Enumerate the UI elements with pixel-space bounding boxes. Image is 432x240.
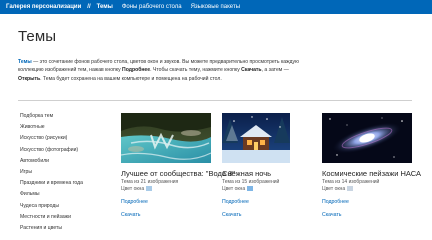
window-color-label: Цвет окна xyxy=(322,186,346,192)
theme-image-count: Тема из 15 изображений xyxy=(222,179,280,185)
details-link[interactable]: Подробнее xyxy=(222,199,292,206)
sidebar-item-places-landscapes[interactable]: Местности и пейзажи xyxy=(20,214,110,225)
details-link[interactable]: Подробнее xyxy=(121,199,235,206)
intro-bold-download: Скачать xyxy=(241,67,262,74)
waterfall-image xyxy=(121,113,211,163)
sidebar-item-games[interactable]: Игры xyxy=(20,169,110,180)
category-sidebar: Подборка тем Животные Искусство (рисунки… xyxy=(20,113,110,236)
top-navigation-bar: Галерея персонализации // Темы Фоны рабо… xyxy=(0,0,432,14)
theme-window-color: Цвет окна xyxy=(121,186,235,193)
gallery-brand-link[interactable]: Галерея персонализации xyxy=(0,0,81,14)
nav-item-language-packs[interactable]: Языковые пакеты xyxy=(191,0,240,14)
intro-text-3: , а затем — xyxy=(261,67,289,74)
theme-window-color: Цвет окна xyxy=(222,186,292,193)
download-link[interactable]: Скачать xyxy=(322,212,421,219)
theme-image-count: Тема из 21 изображения xyxy=(121,179,179,185)
theme-image-count: Тема из 14 изображений xyxy=(322,179,380,185)
details-link[interactable]: Подробнее xyxy=(322,199,421,206)
intro-text-2: . Чтобы скачать тему, нажмите кнопку xyxy=(150,67,242,74)
sidebar-item-movies[interactable]: Фильмы xyxy=(20,191,110,202)
sidebar-item-art-photographic[interactable]: Искусство (фотографии) xyxy=(20,147,110,158)
theme-title: Снежная ночь xyxy=(222,169,272,178)
window-color-label: Цвет окна xyxy=(121,186,145,192)
window-color-swatch xyxy=(347,186,354,192)
sidebar-item-featured[interactable]: Подборка тем xyxy=(20,113,110,124)
snowy-cabin-image xyxy=(222,113,290,163)
page-title: Темы xyxy=(18,28,57,45)
nav-item-themes[interactable]: Темы xyxy=(97,0,113,14)
theme-title: Космические пейзажи НАСА xyxy=(322,169,422,178)
themes-inline-link[interactable]: Темы xyxy=(18,59,32,65)
theme-card: Снежная ночь Тема из 15 изображений Цвет… xyxy=(222,113,292,219)
window-color-swatch xyxy=(146,186,153,192)
sidebar-item-automotive[interactable]: Автомобили xyxy=(20,158,110,169)
galaxy-image xyxy=(322,113,412,163)
theme-card: Космические пейзажи НАСА Тема из 14 изоб… xyxy=(322,113,421,219)
nav-item-desktop-backgrounds[interactable]: Фоны рабочего стола xyxy=(122,0,182,14)
section-divider xyxy=(18,100,412,101)
intro-bold-details: Подробнее xyxy=(122,67,151,74)
sidebar-item-holidays-seasons[interactable]: Праздники и времена года xyxy=(20,180,110,191)
sidebar-item-art-illustrative[interactable]: Искусство (рисунки) xyxy=(20,135,110,146)
theme-thumbnail-nasa-space[interactable] xyxy=(322,113,412,163)
window-color-swatch xyxy=(247,186,254,192)
theme-card: Лучшее от сообщества: "Вода 3" Тема из 2… xyxy=(121,113,235,219)
intro-bold-open: Открыть xyxy=(18,75,41,82)
theme-title: Лучшее от сообщества: "Вода 3" xyxy=(121,169,235,178)
download-link[interactable]: Скачать xyxy=(222,212,292,219)
breadcrumb-separator: // xyxy=(87,4,91,10)
window-color-label: Цвет окна xyxy=(222,186,246,192)
sidebar-item-natural-wonders[interactable]: Чудеса природы xyxy=(20,203,110,214)
intro-text-4: . Тема будет сохранена на вашем компьюте… xyxy=(40,75,222,82)
sidebar-item-plants-flowers[interactable]: Растения и цветы xyxy=(20,225,110,236)
intro-paragraph: Темы — это сочетание фонов рабочего стол… xyxy=(18,58,308,83)
theme-thumbnail-water[interactable] xyxy=(121,113,211,163)
theme-thumbnail-snowy-night[interactable] xyxy=(222,113,290,163)
sidebar-item-animals[interactable]: Животные xyxy=(20,124,110,135)
download-link[interactable]: Скачать xyxy=(121,212,235,219)
theme-window-color: Цвет окна xyxy=(322,186,421,193)
